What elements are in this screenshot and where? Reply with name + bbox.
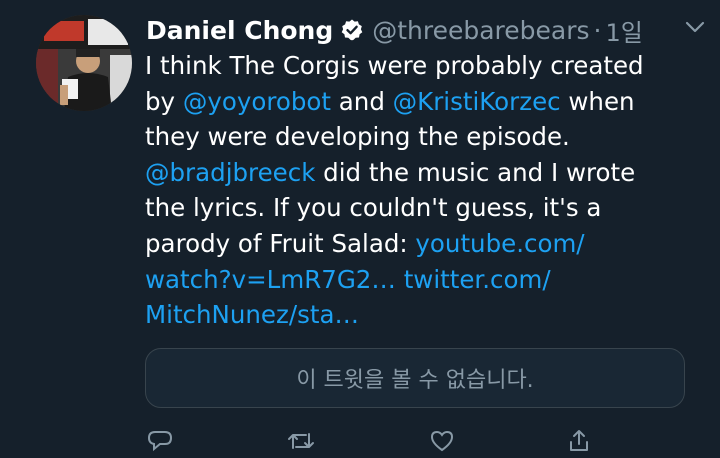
tweet-line: the lyrics. If you couldn't guess, it's …: [145, 193, 602, 223]
twitter-link[interactable]: MitchNunez/sta…: [145, 300, 359, 329]
separator-dot: ·: [593, 15, 602, 45]
youtube-link[interactable]: youtube.com/: [415, 229, 584, 258]
text-segment: did the music and I wrote: [315, 157, 636, 187]
share-icon: [566, 428, 592, 454]
text-segment: by: [145, 86, 183, 116]
twitter-link[interactable]: twitter.com/: [404, 265, 551, 294]
mention-link[interactable]: @KristiKorzec: [393, 87, 561, 116]
retweet-button[interactable]: [286, 428, 316, 454]
avatar[interactable]: [36, 15, 132, 111]
tweet-line: MitchNunez/sta…: [145, 297, 705, 333]
author-name[interactable]: Daniel Chong: [146, 16, 333, 45]
tweet-header: Daniel Chong @threebarebears · 1일: [146, 10, 700, 50]
unavailable-quoted-tweet: 이 트윗을 볼 수 없습니다.: [145, 348, 685, 408]
author-handle[interactable]: @threebarebears: [372, 16, 589, 45]
avatar-image: [36, 15, 132, 111]
text-segment: [396, 265, 404, 294]
mention-link[interactable]: @yoyorobot: [183, 87, 331, 116]
unavailable-message: 이 트윗을 볼 수 없습니다.: [296, 368, 534, 393]
verified-badge-icon: [340, 18, 364, 42]
retweet-icon: [286, 428, 316, 454]
tweet-line: parody of Fruit Salad: youtube.com/: [145, 226, 705, 262]
heart-icon: [428, 428, 456, 454]
tweet-line: watch?v=LmR7G2… twitter.com/: [145, 262, 705, 298]
tweet-line: I think The Corgis were probably created: [145, 51, 644, 80]
text-segment: and: [331, 86, 393, 116]
text-segment: parody of Fruit Salad:: [145, 228, 416, 258]
chevron-down-icon[interactable]: [682, 14, 708, 40]
tweet-line: by @yoyorobot and @KristiKorzec when: [145, 84, 705, 120]
youtube-link[interactable]: watch?v=LmR7G2…: [145, 265, 396, 294]
timestamp[interactable]: 1일: [606, 13, 643, 48]
reply-button[interactable]: [146, 428, 174, 454]
mention-link[interactable]: @bradjbreeck: [145, 158, 315, 187]
share-button[interactable]: [566, 428, 592, 454]
tweet-line: @bradjbreeck did the music and I wrote: [145, 155, 705, 191]
tweet-text: I think The Corgis were probably created…: [145, 48, 705, 333]
text-segment: when: [560, 86, 635, 116]
reply-icon: [146, 428, 174, 454]
tweet-line: they were developing the episode.: [145, 122, 570, 152]
like-button[interactable]: [428, 428, 456, 454]
tweet-actions: [146, 428, 626, 458]
